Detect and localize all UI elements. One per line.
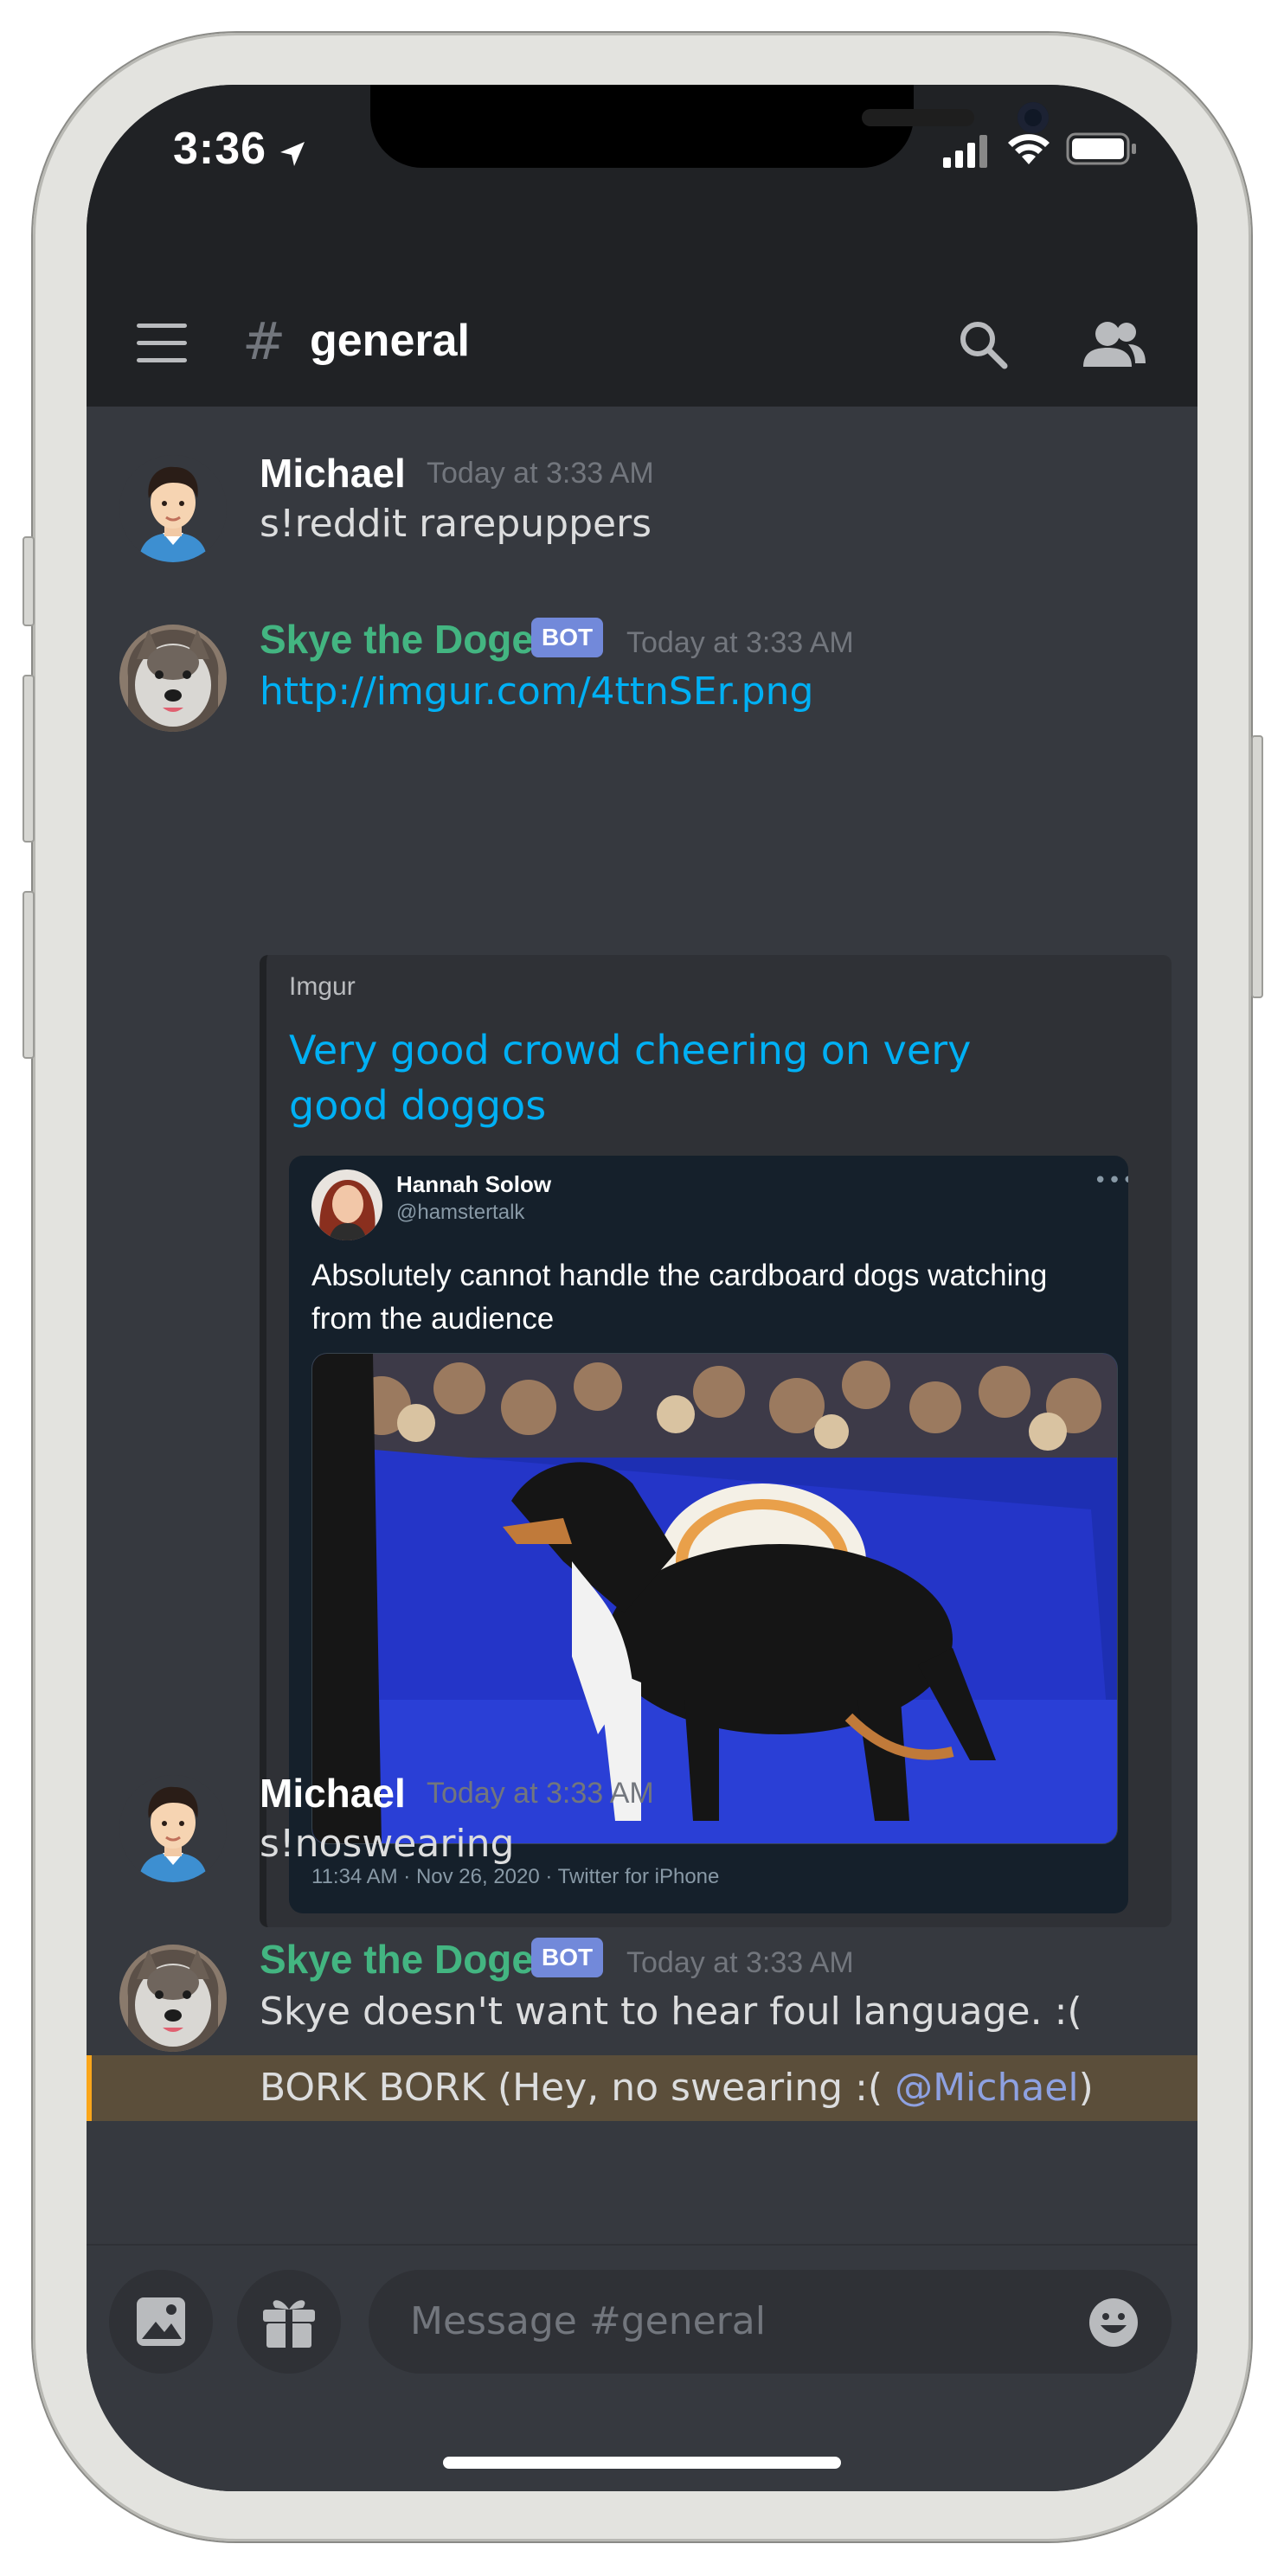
menu-icon[interactable] [137,324,187,363]
avatar-michael[interactable] [119,455,227,562]
avatar-skye[interactable] [119,1945,227,2052]
notch [370,85,1049,168]
status-bar: 3:36 [87,85,1197,232]
gift-button[interactable] [237,2270,341,2374]
front-camera [1018,102,1049,133]
search-icon[interactable] [957,318,1009,370]
message-input-placeholder: Message #general [410,2299,766,2343]
channel-name: general [310,316,470,366]
home-indicator[interactable] [443,2457,841,2469]
tweet-handle: @hamstertalk [396,1201,525,1224]
message-composer: Message #general [87,2244,1197,2491]
message-content: Skye doesn't want to hear foul language.… [260,1990,1082,2034]
message-list: Michael Today at 3:33 AM s!reddit rarepu… [87,407,1197,2327]
message-content: s!noswearing [260,1822,515,1866]
embed-title[interactable]: Very good crowd cheering on very good do… [289,1022,1068,1133]
message-input[interactable]: Message #general [369,2270,1172,2374]
bot-badge: BOT [531,1938,604,1977]
avatar-skye[interactable] [119,625,227,732]
tweet-text: Absolutely cannot handle the cardboard d… [311,1259,1048,1336]
embed-provider[interactable]: Imgur [289,972,356,1002]
tweet-image[interactable] [311,1353,1118,1844]
status-time: 3:36 [173,124,267,174]
message-timestamp: Today at 3:33 AM [427,1777,654,1810]
device-silent-switch [22,536,35,626]
emoji-icon[interactable] [1088,2297,1139,2348]
avatar-michael[interactable] [119,1775,227,1882]
device-volume-down [22,891,35,1059]
tweet-card[interactable]: Hannah Solow @hamstertalk ••• Absolutely… [289,1156,1128,1913]
image-icon [137,2297,185,2346]
members-icon[interactable] [1082,320,1146,368]
channel-header: # general [87,232,1197,407]
user-mention[interactable]: @Michael [895,2066,1079,2110]
message-author[interactable]: Skye the Doge [260,616,534,663]
message-timestamp: Today at 3:33 AM [427,457,654,490]
mention-highlight: BORK BORK (Hey, no swearing :( @Michael) [87,2055,1197,2121]
bot-badge: BOT [531,618,604,657]
tweet-footer: 11:34 AM · Nov 26, 2020 · Twitter for iP… [311,1865,720,1888]
message-author[interactable]: Skye the Doge [260,1936,534,1983]
channel-hash-icon: # [242,311,286,372]
more-icon[interactable]: ••• [1094,1168,1128,1194]
location-arrow-icon [280,142,305,166]
device-power-button [1251,735,1263,998]
phone-screen: 3:36 # general Michael Today at 3:33 AM … [87,85,1197,2491]
attach-image-button[interactable] [109,2270,213,2374]
message-timestamp: Today at 3:33 AM [626,626,854,659]
tweet-avatar [311,1169,382,1240]
message-timestamp: Today at 3:33 AM [626,1946,854,1979]
mention-suffix: ) [1078,2066,1094,2110]
cellular-signal-icon [943,135,987,168]
mention-message: BORK BORK (Hey, no swearing :( @Michael) [260,2066,1094,2110]
earpiece-speaker [862,109,974,126]
mention-prefix: BORK BORK (Hey, no swearing :( [260,2066,896,2110]
message-author[interactable]: Michael [260,450,406,497]
gift-icon [263,2300,315,2348]
battery-icon [1066,132,1136,165]
message-link[interactable]: http://imgur.com/4ttnSEr.png [260,670,813,714]
message-content: s!reddit rarepuppers [260,502,652,546]
tweet-author-name: Hannah Solow [396,1171,552,1197]
device-volume-up [22,675,35,843]
message-author[interactable]: Michael [260,1770,406,1817]
wifi-icon [1008,134,1050,164]
